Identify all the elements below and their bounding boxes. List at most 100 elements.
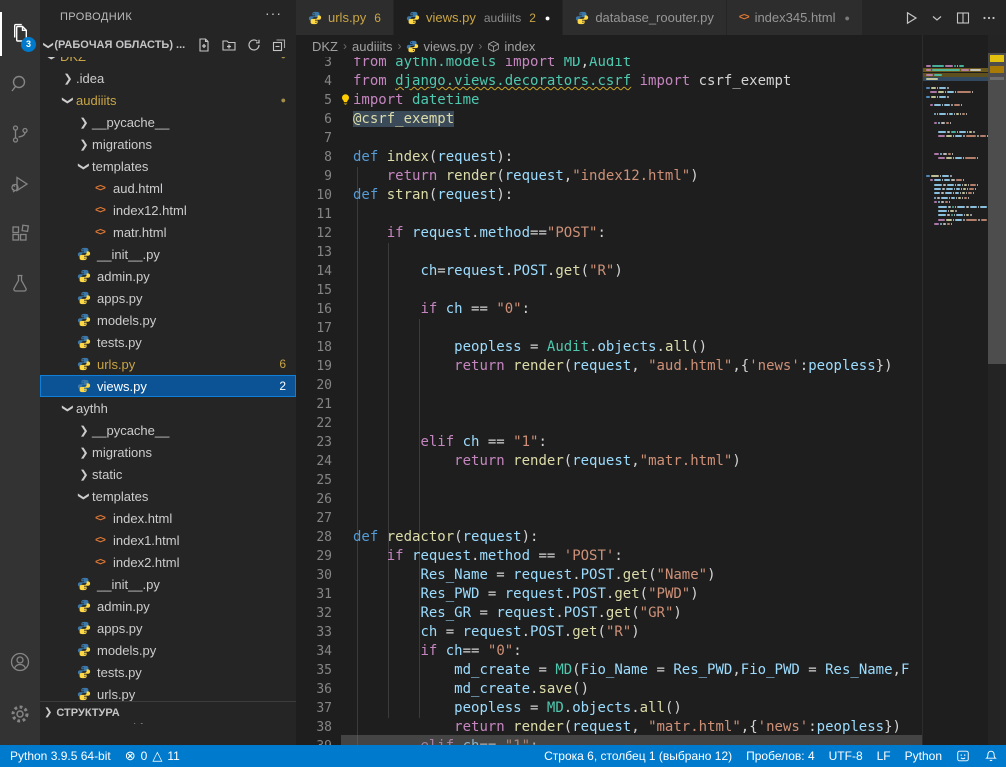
code-text: return render(request,"index12.html") (353, 167, 699, 186)
notifications-bell-icon[interactable] (984, 749, 998, 763)
run-debug-icon[interactable] (0, 162, 40, 206)
code-line-31: 31 Res_PWD = request.POST.get("PWD") (296, 585, 922, 604)
source-control-icon[interactable] (0, 112, 40, 156)
quick-fix-lightbulb-icon[interactable] (339, 93, 352, 112)
language-mode[interactable]: Python (905, 749, 942, 763)
code-editor[interactable]: 3from aythh.models import MD,Audit4from … (296, 57, 922, 745)
breadcrumb-item-audiiits[interactable]: audiiits (352, 39, 392, 54)
tree-folder-static[interactable]: ❯static (40, 463, 296, 485)
tree-file-models-py[interactable]: models.py (40, 639, 296, 661)
vertical-scrollbar[interactable] (988, 35, 1006, 745)
minimap-line (926, 210, 958, 213)
tree-file-views-py[interactable]: views.py2 (40, 375, 296, 397)
tab-index345-html[interactable]: <>index345.html● (727, 0, 863, 35)
feedback-icon[interactable] (956, 749, 970, 763)
tree-item-label: matr.html (113, 225, 166, 240)
tree-file-models-py[interactable]: models.py (40, 309, 296, 331)
split-editor-icon[interactable] (952, 7, 974, 29)
tree-file-tests-py[interactable]: tests.py (40, 331, 296, 353)
tree-file-index1-html[interactable]: <> index1.html (40, 529, 296, 551)
tree-folder-migrations[interactable]: ❯migrations (40, 133, 296, 155)
breadcrumb-item-index[interactable]: index (487, 39, 535, 54)
breadcrumb-item-views-py[interactable]: views.py (406, 39, 473, 54)
settings-gear-icon[interactable] (0, 692, 40, 736)
tree-item-label: migrations (92, 137, 152, 152)
more-actions-icon[interactable] (978, 7, 1000, 29)
tree-file-aud-html[interactable]: <>aud.html (40, 177, 296, 199)
cursor-position[interactable]: Строка 6, столбец 1 (выбрано 12) (544, 749, 732, 763)
html-file-icon: <> (92, 180, 108, 196)
breadcrumb-label: views.py (423, 39, 473, 54)
breadcrumb-item-dkz[interactable]: DKZ (312, 39, 338, 54)
problems-status[interactable]: ⊗0 △11 (125, 749, 180, 763)
testing-icon[interactable] (0, 262, 40, 306)
refresh-icon[interactable] (245, 36, 263, 54)
unsaved-dot-icon[interactable]: ● (845, 13, 850, 23)
encoding-setting[interactable]: UTF-8 (829, 749, 863, 763)
editor-group: urls.py6views.pyaudiiits2●database_roout… (296, 0, 1006, 745)
tree-folder--idea[interactable]: ❯.idea (40, 67, 296, 89)
python-file-icon (406, 40, 419, 53)
tree-folder-templates[interactable]: ❯templates (40, 485, 296, 507)
tree-file-admin-py[interactable]: admin.py (40, 265, 296, 287)
code-text: Res_PWD = request.POST.get("PWD") (353, 585, 699, 604)
tree-item-label: index1.html (113, 533, 179, 548)
tree-file-apps-py[interactable]: apps.py (40, 287, 296, 309)
chevron-down-icon: ❯ (43, 41, 54, 49)
run-python-file-icon[interactable] (900, 7, 922, 29)
status-bar: Python 3.9.5 64-bit ⊗0 △11 Строка 6, сто… (0, 745, 1006, 767)
tree-folder-aythh[interactable]: ❯aythh (40, 397, 296, 419)
tree-file-matr-html[interactable]: <>matr.html (40, 221, 296, 243)
minimap[interactable] (922, 35, 988, 745)
line-number: 24 (296, 452, 332, 471)
minimap-line (926, 179, 965, 182)
horizontal-scrollbar[interactable] (341, 735, 922, 745)
indentation-setting[interactable]: Пробелов: 4 (746, 749, 815, 763)
tree-file--init-py[interactable]: __init__.py (40, 243, 296, 265)
chevron-right-icon: ❯ (44, 707, 52, 718)
workspace-section-header[interactable]: ❯ (РАБОЧАЯ ОБЛАСТЬ) ... (40, 33, 296, 57)
eol-setting[interactable]: LF (877, 749, 891, 763)
structure-section-label: СТРУКТУРА (56, 707, 119, 719)
scrollbar-slider[interactable] (988, 53, 1006, 364)
tree-file--init-py[interactable]: __init__.py (40, 573, 296, 595)
account-icon[interactable] (0, 640, 40, 684)
tree-folder-audiiits[interactable]: ❯audiiits● (40, 89, 296, 111)
minimap-line (926, 223, 953, 226)
python-interpreter[interactable]: Python 3.9.5 64-bit (10, 749, 111, 763)
python-file-icon (76, 664, 92, 680)
tree-file-urls-py[interactable]: urls.py6 (40, 353, 296, 375)
code-line-36: 36 md_create.save() (296, 680, 922, 699)
tree-file-admin-py[interactable]: admin.py (40, 595, 296, 617)
tree-file-tests-py[interactable]: tests.py (40, 661, 296, 683)
tree-file-index-html[interactable]: <>index.html (40, 507, 296, 529)
unsaved-dot-icon[interactable]: ● (545, 13, 550, 23)
search-icon[interactable] (0, 62, 40, 106)
line-number: 11 (296, 205, 332, 224)
tree-folder-migrations[interactable]: ❯migrations (40, 441, 296, 463)
tree-file-index12-html[interactable]: <>index12.html (40, 199, 296, 221)
collapse-all-icon[interactable] (270, 36, 288, 54)
tree-folder--pycache-[interactable]: ❯__pycache__ (40, 419, 296, 441)
tree-folder--pycache-[interactable]: ❯__pycache__ (40, 111, 296, 133)
run-dropdown-chevron-icon[interactable] (926, 7, 948, 29)
problems-count-badge: 6 (279, 357, 286, 371)
extensions-icon[interactable] (0, 212, 40, 256)
explorer-icon[interactable]: 3 (0, 12, 40, 56)
breadcrumb-label: audiiits (352, 39, 392, 54)
tree-file-index2-html[interactable]: <>index2.html (40, 551, 296, 573)
code-text: if ch== "0": (353, 642, 522, 661)
new-folder-icon[interactable] (220, 36, 238, 54)
code-line-18: 18 peopless = Audit.objects.all() (296, 338, 922, 357)
views-more-actions-icon[interactable]: ··· (265, 5, 282, 21)
tab-urls-py[interactable]: urls.py6 (296, 0, 394, 35)
tree-folder-templates[interactable]: ❯templates (40, 155, 296, 177)
code-line-13: 13 (296, 243, 922, 262)
tab-views-py[interactable]: views.pyaudiiits2● (394, 0, 563, 35)
tab-database-roouter-py[interactable]: database_roouter.py (563, 0, 727, 35)
html-file-icon: <> (92, 532, 108, 548)
tree-item-label: __init__.py (97, 247, 160, 262)
tree-file-apps-py[interactable]: apps.py (40, 617, 296, 639)
new-file-icon[interactable] (195, 36, 213, 54)
structure-section-header[interactable]: ❯ СТРУКТУРА (40, 701, 296, 723)
